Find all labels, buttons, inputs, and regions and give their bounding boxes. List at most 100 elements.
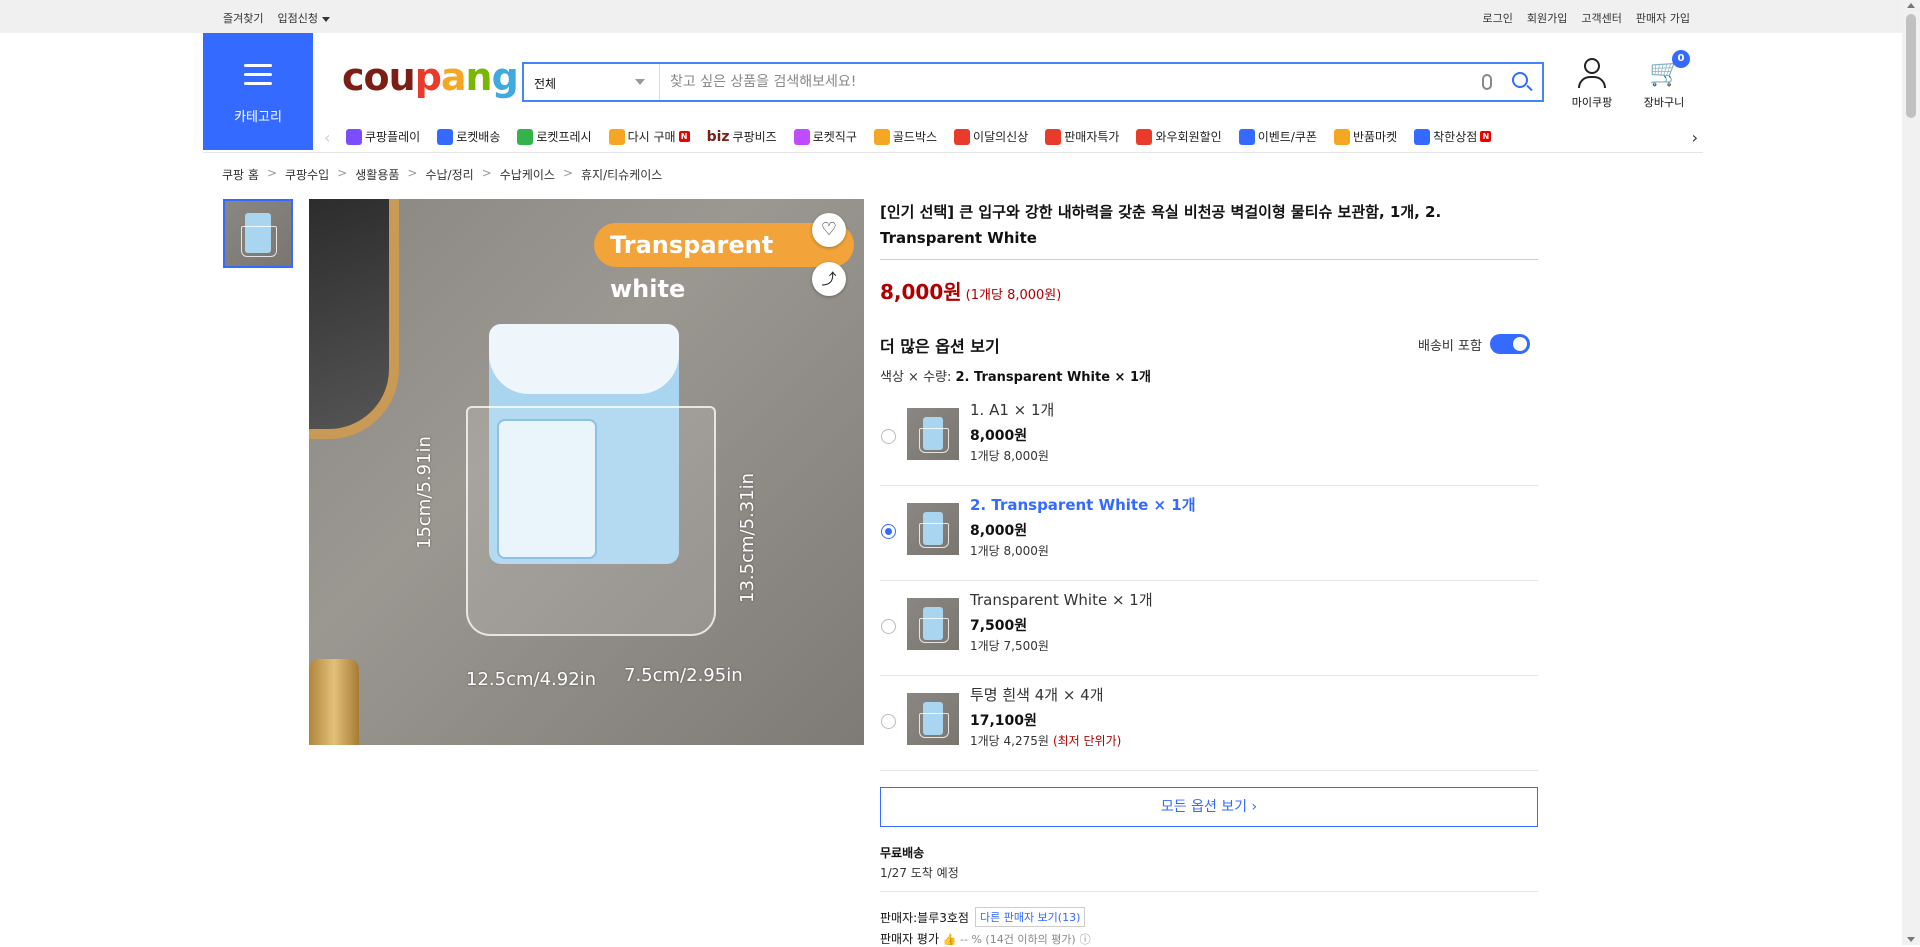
scrollbar-thumb[interactable] <box>1906 14 1916 118</box>
category-button[interactable]: 카테고리 <box>203 33 313 150</box>
nav-item[interactable]: 로켓배송 <box>437 128 500 145</box>
logo-part: p <box>414 55 442 99</box>
option-radio[interactable] <box>881 429 896 444</box>
seller-apply-link[interactable]: 입점신청 <box>277 10 330 26</box>
option-thumbnail <box>907 503 959 555</box>
chevron-left-icon[interactable]: ‹ <box>324 128 330 147</box>
option-thumbnail <box>907 408 959 460</box>
signup-link[interactable]: 회원가입 <box>1527 10 1567 26</box>
option-radio[interactable] <box>881 619 896 634</box>
breadcrumb-item[interactable]: 휴지/티슈케이스 <box>581 166 662 183</box>
customer-center-link[interactable]: 고객센터 <box>1581 10 1621 26</box>
nav-item-label: 로켓프레시 <box>536 130 592 144</box>
breadcrumb-separator-icon: > <box>337 166 348 180</box>
category-label: 카테고리 <box>234 110 282 125</box>
nav-item-label: 반품마켓 <box>1352 130 1398 144</box>
search-icon[interactable] <box>1512 72 1528 88</box>
nav-item-label: 쿠팡플레이 <box>365 130 421 144</box>
nav-item-label: 로켓직구 <box>812 130 857 144</box>
nav-item-label: 판매자특가 <box>1064 130 1120 144</box>
share-icon[interactable]: ⤴ <box>812 262 846 296</box>
header-divider <box>203 152 1703 153</box>
option-price: 8,000원 <box>970 523 1028 539</box>
arrival-date: 1/27 도착 예정 <box>880 866 959 880</box>
nav-list: 쿠팡플레이 로켓배송 로켓프레시 다시 구매 N biz 쿠팡비즈 로켓직구 골드박스 이달의신상… <box>346 128 1492 145</box>
bookmark-link[interactable]: 즐겨찾기 <box>223 10 263 26</box>
coupon-icon <box>1238 128 1255 145</box>
dimension-height-1: 15cm/5.91in <box>414 436 435 549</box>
seller-name[interactable]: 판매자:블루3호점 <box>880 909 969 926</box>
breadcrumb-item[interactable]: 수납/정리 <box>425 166 473 183</box>
option-unit-text: 1개당 7,500원 <box>970 639 1049 653</box>
nav-item[interactable]: 골드박스 <box>873 128 937 145</box>
scroll-up-icon[interactable] <box>1907 3 1915 8</box>
breadcrumb-item[interactable]: 쿠팡수입 <box>285 166 329 183</box>
nav-item[interactable]: 로켓직구 <box>793 128 857 145</box>
thumbs-up-icon: 👍 <box>942 933 961 946</box>
gold-fixture-decoration <box>309 659 359 745</box>
selected-option-info: 색상 × 수량: 2. Transparent White × 1개 <box>880 366 1151 385</box>
chevron-right-icon[interactable]: › <box>1692 128 1698 147</box>
nav-item[interactable]: biz 쿠팡비즈 <box>707 128 777 145</box>
search-scope-select[interactable]: 전체 <box>524 64 660 100</box>
nav-item[interactable]: 이달의신상 <box>954 128 1028 145</box>
option-row[interactable]: 2. Transparent White × 1개 8,000원 1개당 8,000… <box>880 486 1538 581</box>
page-scrollbar[interactable] <box>1902 0 1920 945</box>
nav-item[interactable]: 반품마켓 <box>1333 128 1398 145</box>
nav-item[interactable]: 쿠팡플레이 <box>346 128 420 145</box>
mycoupang-button[interactable]: 마이쿠팡 <box>1562 58 1622 110</box>
dimension-height-2: 13.5cm/5.31in <box>737 472 758 603</box>
goldbox-icon <box>873 128 890 145</box>
breadcrumb-item[interactable]: 쿠팡 홈 <box>222 166 259 183</box>
option-name: 1. A1 × 1개 <box>970 401 1055 419</box>
hamburger-menu-icon <box>244 64 272 86</box>
breadcrumb-separator-icon: > <box>481 166 492 180</box>
nav-item-label: 착한상점 <box>1433 130 1478 144</box>
scroll-down-icon[interactable] <box>1907 937 1915 942</box>
heart-icon[interactable]: ♡ <box>812 213 846 247</box>
option-unit-price: 1개당 8,000원 <box>970 447 1053 464</box>
option-radio[interactable] <box>881 714 896 729</box>
rocket-fresh-icon <box>517 128 534 145</box>
user-icon <box>1578 58 1606 88</box>
breadcrumb-separator-icon: > <box>407 166 418 180</box>
nav-item-label: 와우회원할인 <box>1155 130 1222 144</box>
biz-icon: biz <box>706 128 730 145</box>
option-thumbnail <box>907 693 959 745</box>
cart-count-badge: 0 <box>1672 50 1690 68</box>
option-row[interactable]: Transparent White × 1개 7,500원 1개당 7,500원 <box>880 581 1538 676</box>
shipping-divider <box>880 891 1538 892</box>
other-sellers-button[interactable]: 다른 판매자 보기(13) <box>974 907 1086 927</box>
option-radio[interactable] <box>881 524 896 539</box>
good-store-icon <box>1414 128 1431 145</box>
search-input[interactable] <box>670 70 1470 94</box>
breadcrumb-item[interactable]: 생활용품 <box>355 166 399 183</box>
microphone-icon[interactable] <box>1482 74 1492 90</box>
nav-item[interactable]: 로켓프레시 <box>517 128 592 145</box>
rocket-icon <box>437 128 454 145</box>
nav-item[interactable]: 다시 구매 N <box>608 128 690 145</box>
nav-item[interactable]: 와우회원할인 <box>1136 128 1222 145</box>
option-name: Transparent White × 1개 <box>970 591 1153 609</box>
logo-part: g <box>491 55 519 99</box>
seller-row: 판매자:블루3호점 다른 판매자 보기(13) <box>880 907 1086 927</box>
coupang-logo[interactable]: coupang <box>342 55 519 99</box>
nav-item[interactable]: 판매자특가 <box>1045 128 1119 145</box>
nav-item-label: 쿠팡비즈 <box>732 130 777 144</box>
all-options-button[interactable]: 모든 옵션 보기 › <box>880 787 1538 827</box>
breadcrumb-item[interactable]: 수납케이스 <box>500 166 555 183</box>
option-unit-text: 1개당 8,000원 <box>970 449 1049 463</box>
nav-item[interactable]: 착한상점 N <box>1414 128 1492 145</box>
login-link[interactable]: 로그인 <box>1483 10 1513 26</box>
option-row[interactable]: 투명 흰색 4개 × 4개 17,100원 1개당 4,275원 (최저 단위가) <box>880 676 1538 771</box>
chevron-down-icon <box>635 79 645 85</box>
info-icon[interactable]: ⓘ <box>1080 933 1091 946</box>
seller-signup-link[interactable]: 판매자 가입 <box>1636 10 1690 26</box>
return-market-icon <box>1333 128 1350 145</box>
selection-label: 색상 × 수량: <box>880 370 956 385</box>
shipping-toggle[interactable] <box>1489 334 1530 354</box>
option-row[interactable]: 1. A1 × 1개 8,000원 1개당 8,000원 <box>880 391 1538 486</box>
shipping-toggle-label: 배송비 포함 <box>1418 338 1482 354</box>
product-thumbnail[interactable] <box>223 199 293 268</box>
nav-item[interactable]: 이벤트/쿠폰 <box>1238 128 1317 145</box>
